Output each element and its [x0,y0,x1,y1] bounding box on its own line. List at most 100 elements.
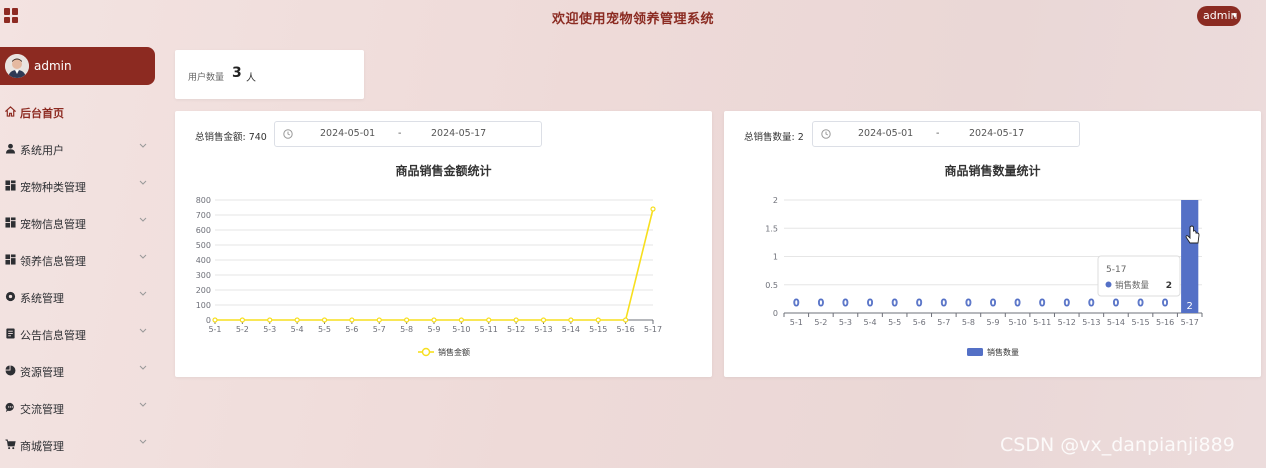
x-tick-label: 5-16 [617,325,635,334]
sidebar-item-dashboard[interactable]: 后台首页 [0,101,160,123]
gear-icon [5,291,16,302]
data-point [486,317,492,323]
sidebar-item-label: 系统管理 [20,292,64,305]
bar [1181,200,1199,313]
user-count-unit: 人 [246,73,256,84]
data-label: 0 [1162,298,1168,309]
data-label: 0 [1039,298,1045,309]
sidebar-user-name: admin [34,59,72,73]
data-label: 0 [1088,298,1094,309]
chevron-down-icon [139,217,147,222]
data-point [212,317,218,323]
data-point [513,317,519,323]
sidebar-item-resources[interactable]: 资源管理 [0,360,160,382]
y-tick-label: 100 [196,301,211,310]
x-tick-label: 5-17 [1181,318,1199,327]
data-label: 0 [818,298,824,309]
user-icon [5,143,16,154]
x-tick-label: 5-9 [427,325,440,334]
tooltip-value: 2 [1166,281,1172,291]
y-tick-label: 800 [196,196,211,205]
x-tick-label: 5-4 [864,318,877,327]
chevron-down-icon [139,365,147,370]
x-tick-label: 5-3 [839,318,852,327]
y-tick-label: 600 [196,226,211,235]
chevron-down-icon [139,143,147,148]
sidebar-item-label: 宠物信息管理 [20,218,86,231]
x-tick-label: 5-14 [1107,318,1125,327]
system-title: 欢迎使用宠物领养管理系统 [551,12,714,27]
sidebar-item-pet-info[interactable]: 宠物信息管理 [0,212,160,234]
sidebar-item-system-management[interactable]: 系统管理 [0,286,160,308]
sidebar-user-card[interactable]: admin [0,47,155,85]
x-tick-label: 5-5 [318,325,331,334]
x-tick-label: 5-17 [644,325,662,334]
y-tick-label: 2 [773,196,778,205]
sidebar-item-adoption-info[interactable]: 领养信息管理 [0,249,160,271]
watermark-text: CSDN @vx_danpianji889 [1000,434,1235,456]
sales-count-card: 总销售数量: 2 2024-05-01 - 2024-05-17 商品销售数量统… [724,111,1261,377]
x-tick-label: 5-1 [208,325,221,334]
data-point [321,317,328,323]
chevron-down-icon [139,180,147,185]
chevron-down-icon [139,254,147,259]
sidebar-item-label: 宠物种类管理 [20,181,86,194]
data-point [568,317,574,323]
x-tick-label: 5-2 [814,318,827,327]
data-label: 2 [1187,301,1193,312]
data-label: 0 [867,298,873,309]
sidebar-item-pet-category[interactable]: 宠物种类管理 [0,175,160,197]
user-count-value: 3 [232,65,242,81]
user-count-card: 用户数量 3 人 [175,50,364,99]
data-label: 0 [842,298,848,309]
x-tick-label: 5-6 [913,318,926,327]
x-tick-label: 5-13 [534,325,552,334]
x-tick-label: 5-13 [1082,318,1100,327]
y-tick-label: 0 [206,316,211,325]
chevron-down-icon [139,328,147,333]
sidebar-item-mall[interactable]: 商城管理 [0,434,160,456]
user-dropdown-button[interactable]: admin ▾ [1197,6,1241,26]
data-label: 0 [1113,298,1119,309]
sidebar-item-label: 交流管理 [20,403,64,416]
y-tick-label: 0 [773,309,778,318]
chevron-down-icon [139,439,147,444]
x-tick-label: 5-9 [986,318,999,327]
tooltip-title: 5-17 [1106,265,1126,275]
data-point [458,317,464,323]
data-point [404,317,410,323]
x-tick-label: 5-15 [589,325,607,334]
sidebar-item-communication[interactable]: 交流管理 [0,397,160,419]
x-tick-label: 5-12 [1058,318,1076,327]
user-count-label: 用户数量 [188,73,225,83]
legend-marker [967,348,983,356]
sidebar-item-label: 后台首页 [20,107,64,120]
x-tick-label: 5-4 [291,325,304,334]
data-point [376,317,382,323]
y-tick-label: 400 [196,256,211,265]
y-tick-label: 700 [196,211,211,220]
avatar [5,54,29,78]
tooltip-marker [1105,281,1112,288]
sidebar-item-announcement[interactable]: 公告信息管理 [0,323,160,345]
data-point [431,317,437,323]
sidebar-item-label: 商城管理 [20,440,64,453]
pie-chart-icon [5,365,16,376]
x-tick-label: 5-16 [1156,318,1174,327]
sidebar-item-label: 资源管理 [20,366,64,379]
data-point [595,317,601,323]
x-tick-label: 5-5 [888,318,901,327]
x-tick-label: 5-15 [1131,318,1149,327]
y-tick-label: 0.5 [765,281,778,290]
x-tick-label: 5-10 [452,325,470,334]
sidebar-item-system-users[interactable]: 系统用户 [0,138,160,160]
x-tick-label: 5-12 [507,325,525,334]
x-tick-label: 5-11 [1033,318,1051,327]
x-tick-label: 5-11 [480,325,498,334]
data-label: 0 [891,298,897,309]
cart-icon [5,439,16,450]
data-point [650,206,656,212]
data-label: 0 [916,298,922,309]
x-tick-label: 5-8 [962,318,975,327]
tooltip-series-name: 销售数量 [1115,280,1150,291]
